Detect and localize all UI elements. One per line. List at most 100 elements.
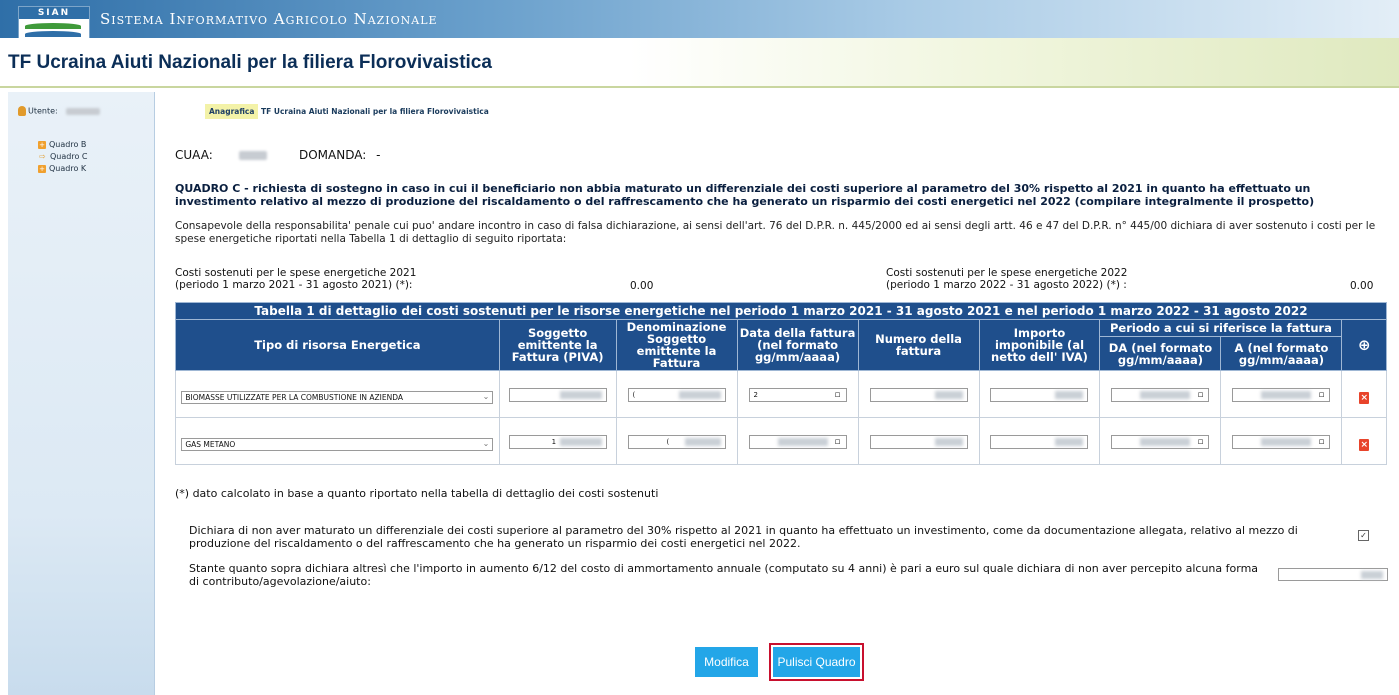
user-name-redacted xyxy=(66,107,101,115)
tipo-select[interactable]: GAS METANO ⌄ xyxy=(181,437,494,451)
calendar-icon[interactable]: ▫ xyxy=(1197,437,1203,447)
logo-wave-blue xyxy=(25,31,81,37)
data-fattura-input[interactable]: 2 ▫ xyxy=(748,388,847,402)
sidebar-item-quadro-c[interactable]: ⇨ Quadro C xyxy=(38,152,87,161)
data-fattura-input[interactable]: ▫ xyxy=(748,435,847,449)
trash-icon[interactable]: × xyxy=(1359,391,1370,404)
cell-denominazione: ( xyxy=(615,370,738,418)
orange-plus-icon: + xyxy=(38,140,46,149)
pulisci-quadro-highlight: Pulisci Quadro xyxy=(769,643,864,681)
top-banner: SIAN Sistema Informativo Agricolo Nazion… xyxy=(0,0,1399,42)
periodo-da-input[interactable]: ▫ xyxy=(1111,435,1210,449)
cell-a: ▫ xyxy=(1220,417,1343,465)
cell-piva: 1 xyxy=(498,417,617,465)
user-icon xyxy=(18,106,26,116)
breadcrumb-current: TF Ucraina Aiuti Nazionali per la filier… xyxy=(261,107,489,116)
importo-input[interactable] xyxy=(990,388,1089,402)
add-row-button[interactable]: ⊕ xyxy=(1341,319,1387,371)
pulisci-quadro-button[interactable]: Pulisci Quadro xyxy=(773,647,860,677)
page-title: TF Ucraina Aiuti Nazionali per la filier… xyxy=(8,52,492,73)
cell-denominazione: ( xyxy=(615,417,738,465)
modifica-button[interactable]: Modifica xyxy=(695,647,758,677)
sidebar-item-label: Quadro B xyxy=(49,140,87,149)
table-caption: Tabella 1 di dettaglio dei costi sostenu… xyxy=(175,302,1387,320)
dichiarazione-checkbox[interactable]: ✓ xyxy=(1358,530,1369,541)
table-row: GAS METANO ⌄ 1 ( ▫ ▫ ▫ × xyxy=(175,417,1387,465)
cell-a: ▫ xyxy=(1220,370,1343,418)
cell-da: ▫ xyxy=(1099,417,1222,465)
cuaa-value-redacted xyxy=(238,151,267,160)
th-denominazione: Denominazione Soggetto emittente la Fatt… xyxy=(615,319,738,371)
breadcrumb-anagrafica[interactable]: Anagrafica xyxy=(205,104,259,119)
quadro-title: QUADRO C - richiesta di sostegno in caso… xyxy=(175,182,1390,208)
th-tipo: Tipo di risorsa Energetica xyxy=(175,319,500,371)
cell-data: 2 ▫ xyxy=(736,370,859,418)
tipo-select-value: GAS METANO xyxy=(185,439,236,449)
costi-2021-label: Costi sostenuti per le spese energetiche… xyxy=(175,267,416,291)
calendar-icon[interactable]: ▫ xyxy=(834,390,840,400)
sidebar-item-quadro-k[interactable]: + Quadro K xyxy=(38,164,86,173)
tipo-select-value: BIOMASSE UTILIZZATE PER LA COMBUSTIONE I… xyxy=(185,392,404,402)
system-title: Sistema Informativo Agricolo Nazionale xyxy=(100,10,438,28)
th-importo: Importo imponibile (al netto dell' IVA) xyxy=(978,319,1101,371)
dichiarazione-1: Dichiara di non aver maturato un differe… xyxy=(189,524,1298,550)
piva-input[interactable] xyxy=(508,388,607,402)
sian-logo: SIAN xyxy=(18,6,90,42)
costi-2022-value: 0.00 xyxy=(1350,280,1374,292)
dichiarazione-2: Stante quanto sopra dichiara altresì che… xyxy=(189,562,1259,588)
calendar-icon[interactable]: ▫ xyxy=(1318,437,1324,447)
sidebar-item-label: Quadro C xyxy=(50,152,88,161)
costi-2022-line1: Costi sostenuti per le spese energetiche… xyxy=(886,267,1128,279)
sidebar-item-quadro-b[interactable]: + Quadro B xyxy=(38,140,86,149)
breadcrumb: Anagrafica TF Ucraina Aiuti Nazionali pe… xyxy=(205,104,489,119)
trash-icon[interactable]: × xyxy=(1359,438,1370,451)
cell-tipo: GAS METANO ⌄ xyxy=(175,417,500,465)
th-soggetto: Soggetto emittente la Fattura (PIVA) xyxy=(498,319,617,371)
numero-fattura-input[interactable] xyxy=(869,435,968,449)
sidebar: Utente: + Quadro B ⇨ Quadro C + Quadro K xyxy=(8,92,155,695)
user-label: Utente: xyxy=(28,106,58,116)
orange-plus-icon: + xyxy=(38,164,46,173)
periodo-da-input[interactable]: ▫ xyxy=(1111,388,1210,402)
cuaa-field: CUAA: xyxy=(175,148,267,162)
footnote: (*) dato calcolato in base a quanto ripo… xyxy=(175,487,659,500)
calendar-icon[interactable]: ▫ xyxy=(1197,390,1203,400)
tipo-select[interactable]: BIOMASSE UTILIZZATE PER LA COMBUSTIONE I… xyxy=(181,390,494,404)
th-da: DA (nel formato gg/mm/aaaa) xyxy=(1099,336,1222,371)
th-periodo: Periodo a cui si riferisce la fattura xyxy=(1099,319,1343,337)
cell-piva xyxy=(498,370,617,418)
cell-numero xyxy=(857,370,980,418)
domanda-value: - xyxy=(376,148,381,162)
cell-tipo: BIOMASSE UTILIZZATE PER LA COMBUSTIONE I… xyxy=(175,370,500,418)
table-row: BIOMASSE UTILIZZATE PER LA COMBUSTIONE I… xyxy=(175,370,1387,418)
denominazione-input[interactable]: ( xyxy=(627,435,726,449)
calendar-icon[interactable]: ▫ xyxy=(1318,390,1324,400)
cell-delete: × xyxy=(1341,370,1387,418)
cell-data: ▫ xyxy=(736,417,859,465)
domanda-label: DOMANDA: xyxy=(299,148,367,162)
numero-fattura-input[interactable] xyxy=(869,388,968,402)
logo-text: SIAN xyxy=(19,7,89,19)
periodo-a-input[interactable]: ▫ xyxy=(1232,435,1331,449)
denom-prefix: ( xyxy=(632,391,636,399)
th-data: Data della fattura (nel formato gg/mm/aa… xyxy=(736,319,859,371)
cell-numero xyxy=(857,417,980,465)
calendar-icon[interactable]: ▫ xyxy=(834,437,840,447)
cell-importo xyxy=(978,370,1101,418)
piva-input[interactable]: 1 xyxy=(508,435,607,449)
tabella-1: Tabella 1 di dettaglio dei costi sostenu… xyxy=(175,302,1387,465)
data-prefix: 2 xyxy=(753,391,758,399)
cuaa-label: CUAA: xyxy=(175,148,213,162)
periodo-a-input[interactable]: ▫ xyxy=(1232,388,1331,402)
denominazione-input[interactable]: ( xyxy=(627,388,726,402)
costi-2022-label: Costi sostenuti per le spese energetiche… xyxy=(886,267,1127,291)
quadro-title-rest: - richiesta di sostegno in caso in cui i… xyxy=(175,182,1315,208)
importo-input[interactable] xyxy=(990,435,1089,449)
cell-delete: × xyxy=(1341,417,1387,465)
domanda-field: DOMANDA: - xyxy=(299,148,380,162)
consapevole-text: Consapevole della responsabilita' penale… xyxy=(175,220,1376,245)
costi-2021-line1: Costi sostenuti per le spese energetiche… xyxy=(175,267,417,279)
denom-prefix: ( xyxy=(666,438,670,446)
user-info: Utente: xyxy=(18,106,101,116)
importo-euro-input[interactable] xyxy=(1278,568,1388,581)
